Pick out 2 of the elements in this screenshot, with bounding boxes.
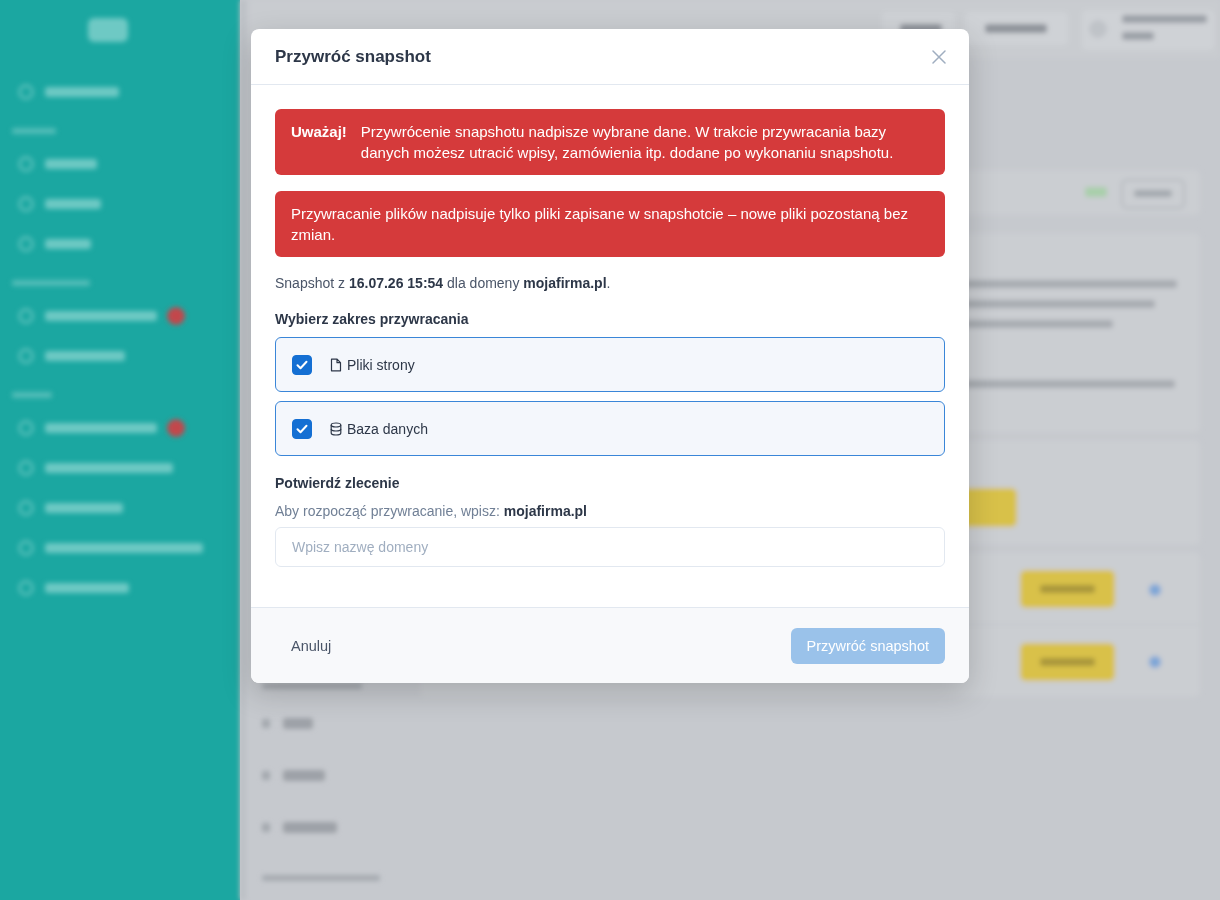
confirm-heading: Potwierdź zlecenie <box>275 474 401 493</box>
confirm-hint: Aby rozpocząć przywracanie, wpisz: mojafirma.pl <box>275 502 588 521</box>
